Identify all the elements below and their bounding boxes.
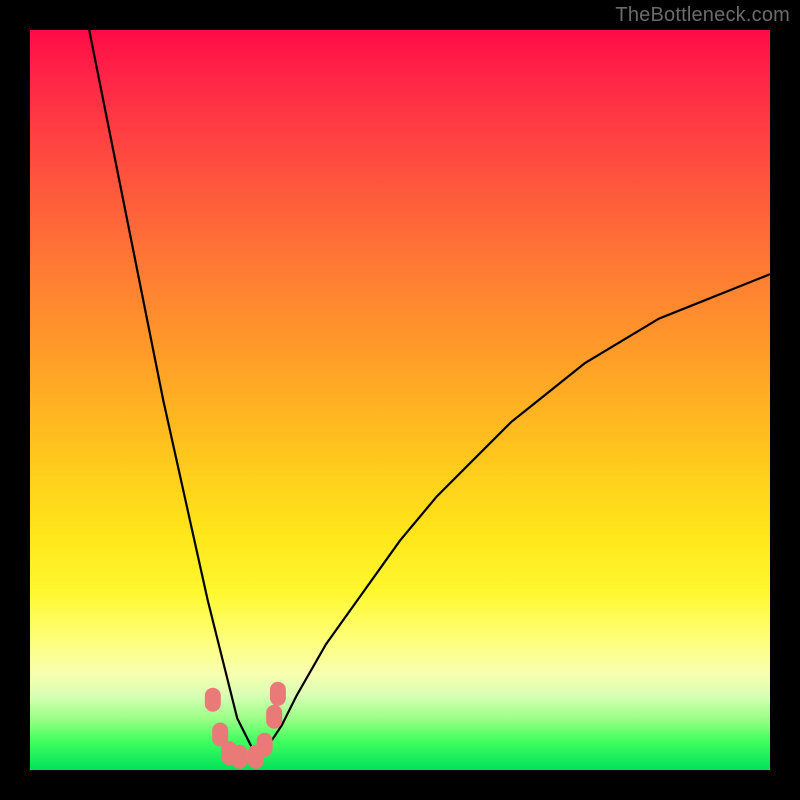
chart-frame: TheBottleneck.com bbox=[0, 0, 800, 800]
watermark-text: TheBottleneck.com bbox=[615, 4, 790, 27]
background-gradient bbox=[30, 30, 770, 770]
plot-area bbox=[30, 30, 770, 770]
